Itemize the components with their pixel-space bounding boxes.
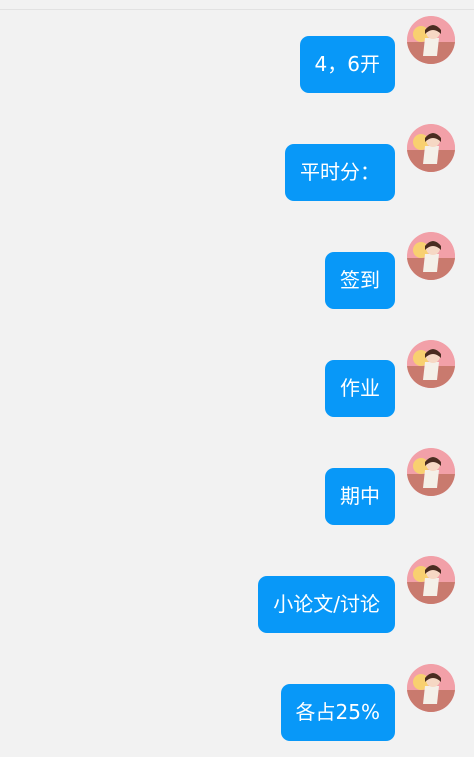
- chat-thread: 4，6开 平时分： 签到 作业 期中 小论文/讨论 各占25%: [0, 0, 474, 757]
- user-avatar-icon[interactable]: [407, 340, 455, 388]
- user-avatar-icon[interactable]: [407, 232, 455, 280]
- user-avatar-icon[interactable]: [407, 664, 455, 712]
- user-avatar-icon[interactable]: [407, 556, 455, 604]
- message-bubble[interactable]: 签到: [325, 252, 395, 309]
- message-row: 小论文/讨论: [0, 549, 474, 633]
- message-row: 作业: [0, 333, 474, 417]
- user-avatar-icon[interactable]: [407, 124, 455, 172]
- message-bubble[interactable]: 期中: [325, 468, 395, 525]
- message-bubble[interactable]: 4，6开: [299, 36, 395, 93]
- message-bubble[interactable]: 各占25%: [280, 684, 395, 741]
- message-row: 签到: [0, 225, 474, 309]
- user-avatar-icon[interactable]: [407, 448, 455, 496]
- message-row: 4，6开: [0, 9, 474, 93]
- message-row: 各占25%: [0, 657, 474, 741]
- message-row: 期中: [0, 441, 474, 525]
- message-row: 平时分：: [0, 117, 474, 201]
- message-bubble[interactable]: 平时分：: [285, 144, 395, 201]
- message-bubble[interactable]: 作业: [325, 360, 395, 417]
- message-bubble[interactable]: 小论文/讨论: [258, 576, 395, 633]
- user-avatar-icon[interactable]: [407, 16, 455, 64]
